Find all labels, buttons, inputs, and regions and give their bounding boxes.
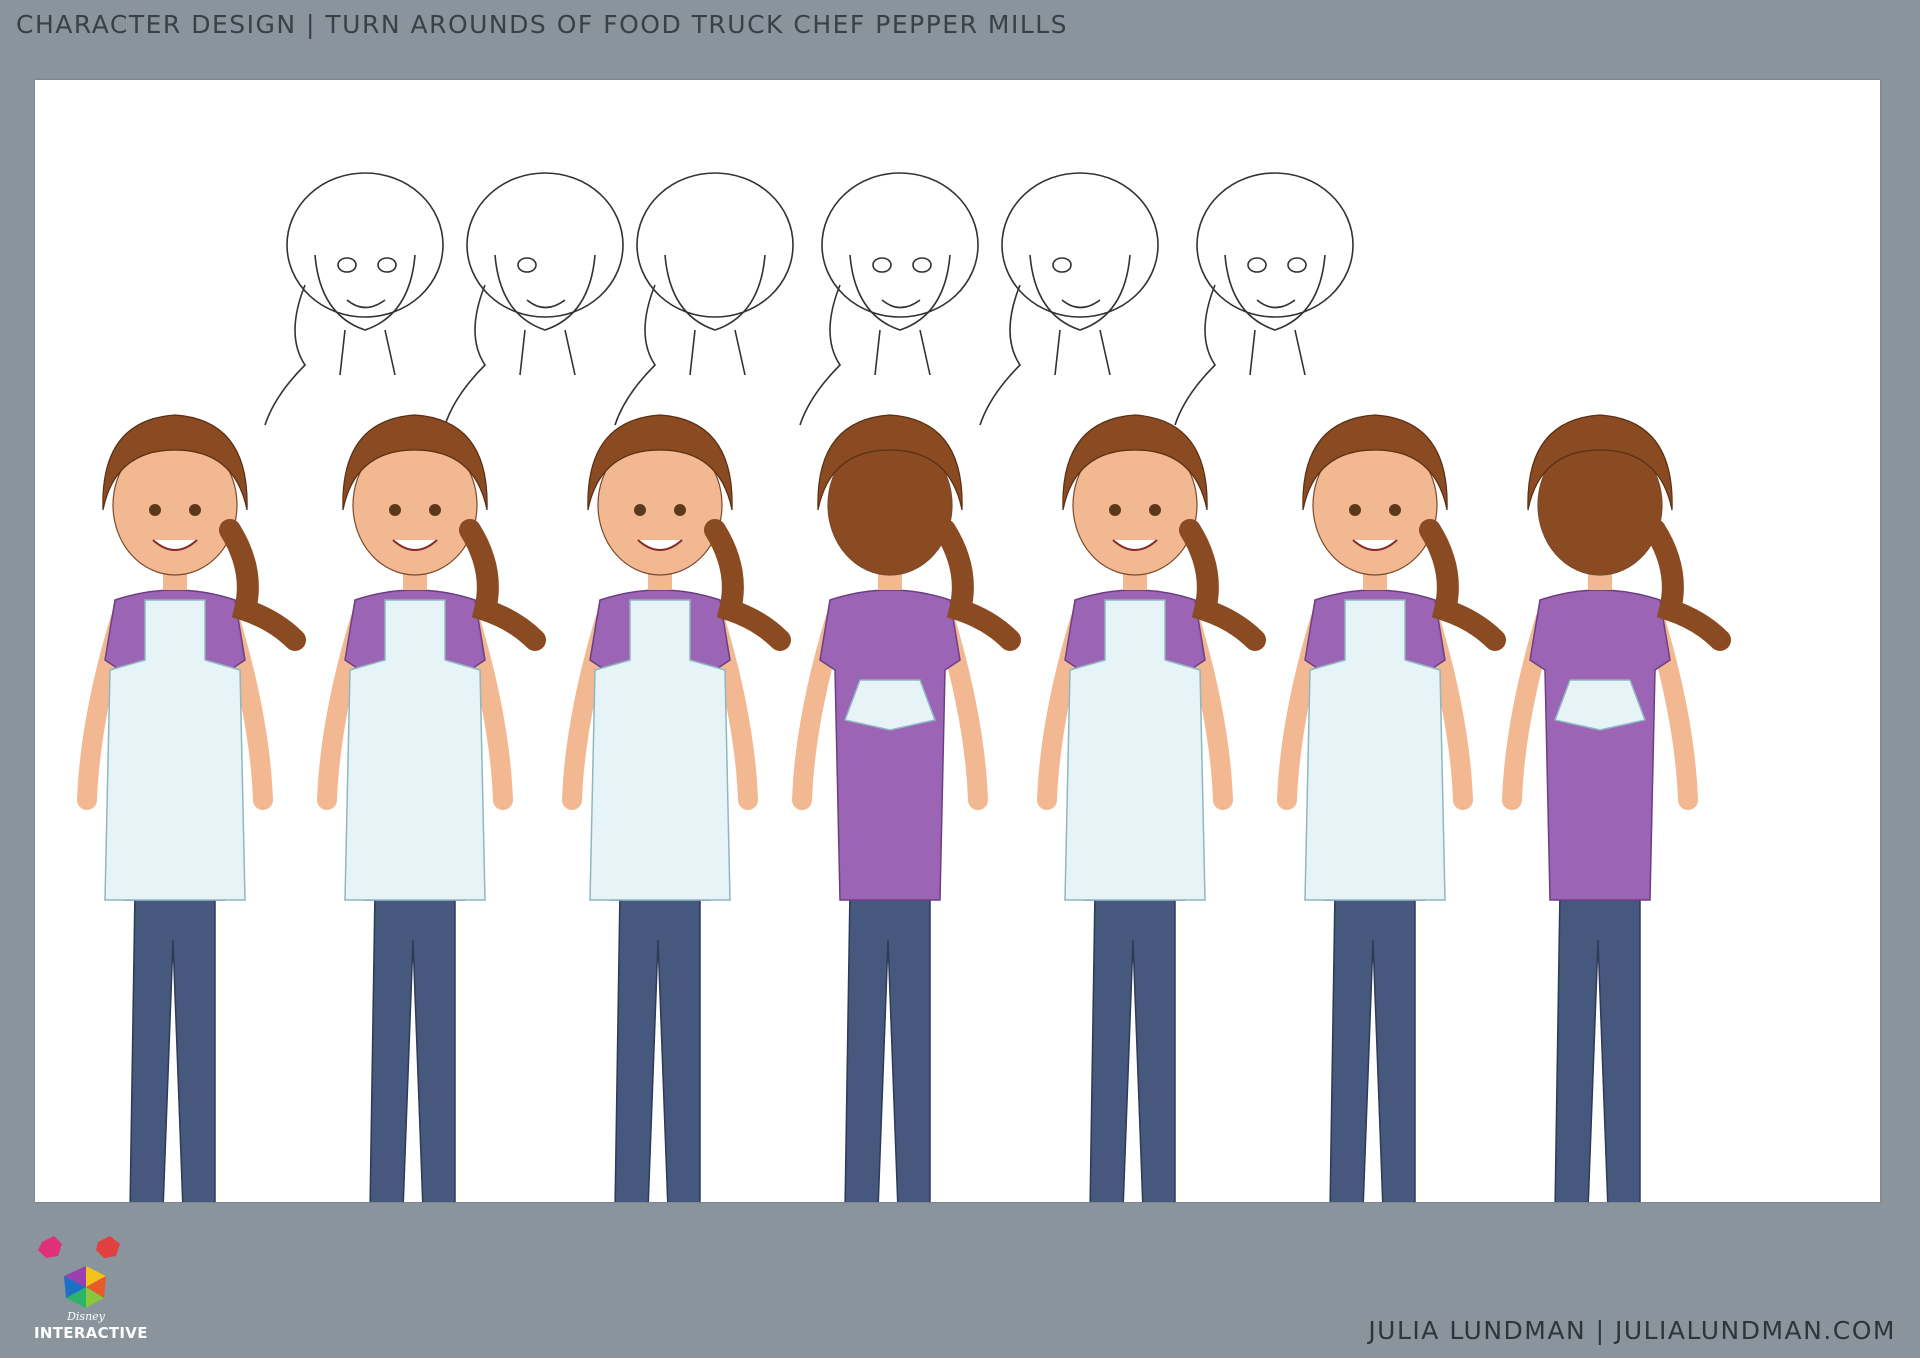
sketch-head-back: [614, 172, 794, 426]
character-figure-back: [792, 414, 1021, 1202]
artist-credit: Julia Lundman | julialundman.com: [1368, 1316, 1896, 1345]
character-figure-profile-left: [77, 414, 306, 1202]
character-turnaround-artwork: [77, 172, 1731, 1202]
character-figure-back-three-quarter: [1502, 414, 1731, 1202]
character-figure-three-quarter-left: [317, 414, 546, 1202]
sketch-head-profile-right: [444, 172, 624, 426]
page-title: Character Design | Turn Arounds of Food …: [16, 10, 1069, 39]
mickey-gem-icon: [38, 1236, 120, 1308]
character-figure-front: [562, 414, 791, 1202]
sketch-head-front: [799, 172, 979, 426]
character-figure-three-quarter-right: [1277, 414, 1506, 1202]
logo-small-text: Disney: [67, 1310, 105, 1323]
sketch-head-profile-left: [979, 172, 1159, 426]
character-sheet: [35, 80, 1880, 1202]
sketch-head-three-quarter-left: [264, 172, 444, 426]
disney-interactive-logo: Disney INTERACTIVE: [34, 1236, 148, 1344]
logo-word: INTERACTIVE: [34, 1324, 148, 1342]
sketch-head-three-quarter-right: [1174, 172, 1354, 426]
character-figure-profile-right: [1037, 414, 1266, 1202]
